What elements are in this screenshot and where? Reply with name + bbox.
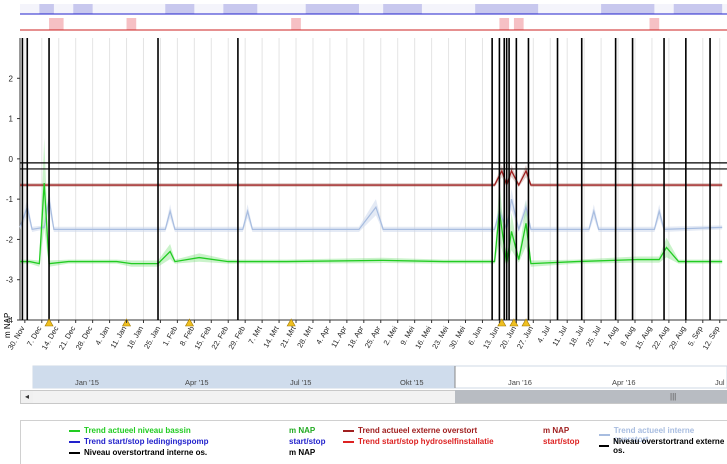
navigator-label: Jul ' [715, 378, 727, 387]
interne-overstort-band [20, 188, 723, 232]
hydro-status-block [49, 18, 64, 30]
y-tick-label: 2 [9, 74, 14, 83]
navigator-label: Jul '15 [290, 378, 311, 387]
x-tick-label: 18. Jul [567, 324, 586, 348]
legend-label: Niveau overstortrand externe os. [613, 437, 725, 455]
legend-swatch [599, 445, 610, 447]
navigator-label: Jan '16 [508, 378, 532, 387]
externe-overstort-band [20, 164, 723, 188]
hydro-status-block [513, 18, 524, 30]
x-tick-label: 28. Dec [74, 324, 95, 351]
x-tick-label: 2. Mei [381, 324, 399, 346]
pump-status-block [165, 4, 195, 14]
legend-item[interactable]: Trend actueel externe overstort [343, 426, 477, 435]
hydro-status-block [649, 18, 660, 30]
y-tick-label: -3 [6, 276, 14, 285]
legend-swatch [599, 434, 610, 436]
legend-swatch [69, 451, 80, 454]
legend-swatch [343, 429, 354, 432]
navigator-label: Apr '15 [185, 378, 209, 387]
pump-status-block [39, 4, 54, 14]
legend-item[interactable]: Niveau overstortrand interne os. [69, 448, 207, 457]
legend-swatch [343, 440, 354, 443]
navigator-label: Jan '15 [75, 378, 99, 387]
legend-unit: m NAP [289, 426, 315, 435]
legend-unit: start/stop [289, 437, 325, 446]
legend-item[interactable]: Trend start/stop hydroselfinstallatie [343, 437, 494, 446]
x-tick-label: 29. Aug [667, 325, 688, 352]
legend-label: start/stop [543, 437, 580, 446]
x-tick-label: 4. Jul [535, 324, 552, 344]
hydro-status-block [499, 18, 510, 30]
pump-status-block [601, 4, 655, 14]
pump-status-block [383, 4, 422, 14]
y-tick-label: 1 [9, 115, 14, 124]
x-tick-label: 1. Feb [161, 325, 179, 348]
legend-swatch [69, 440, 80, 443]
scroll-left-button[interactable]: ◂ [20, 390, 34, 404]
y-axis-unit-label: m NAP [3, 312, 12, 338]
pump-status-block [475, 4, 539, 14]
x-tick-label: 29. Feb [226, 325, 247, 352]
x-tick-label: 25. Jan [142, 325, 162, 351]
legend-label: Trend actueel externe overstort [358, 426, 478, 435]
series-interne-overstort [19, 199, 723, 232]
legend: Trend actueel niveau bassin m NAP Trend ac… [20, 420, 727, 464]
hydro-status-block [126, 18, 137, 30]
series-niveau-bassin [20, 182, 723, 265]
legend-unit: start/stop [543, 437, 579, 446]
y-tick-label: 0 [9, 155, 14, 164]
scrollbar-thumb[interactable] [455, 390, 727, 403]
navigator-label: Apr '16 [612, 378, 636, 387]
pump-status-block [223, 4, 258, 14]
legend-unit: m NAP [543, 426, 569, 435]
legend-label: m NAP [543, 426, 570, 435]
pump-status-block [305, 4, 359, 14]
legend-label: Trend start/stop hydroselfinstallatie [358, 437, 494, 446]
x-tick-label: 30. Mei [447, 324, 467, 350]
series-externe-overstort [20, 169, 723, 188]
legend-unit: m NAP [289, 448, 315, 457]
legend-item[interactable]: Niveau overstortrand externe os. [599, 437, 727, 455]
legend-label: Trend actueel niveau bassin [84, 426, 191, 435]
niveau-bassin-band [20, 137, 723, 267]
legend-label: Trend start/stop ledingingspomp [84, 437, 209, 446]
pump-status-block [73, 4, 93, 14]
pump-status-block [673, 4, 723, 14]
x-tick-label: 27. Jun [515, 325, 535, 351]
legend-label: m NAP [289, 426, 316, 435]
legend-label: start/stop [289, 437, 326, 446]
hydro-status-band [20, 18, 727, 30]
x-tick-label: 12. Sep [701, 325, 722, 352]
y-tick-label: -2 [6, 235, 14, 244]
hydro-status-block [291, 18, 301, 30]
x-tick-label: 25. Apr [363, 324, 383, 350]
navigator-label: Okt '15 [400, 378, 424, 387]
legend-label: Niveau overstortrand interne os. [84, 448, 208, 457]
y-tick-label: -1 [6, 195, 14, 204]
legend-item[interactable]: Trend actueel niveau bassin [69, 426, 191, 435]
x-tick-label: 1. Aug [601, 325, 619, 348]
legend-swatch [69, 429, 80, 432]
legend-item[interactable]: Trend start/stop ledingingspomp [69, 437, 208, 446]
scrollbar-grip-icon: ||| [670, 392, 677, 401]
x-tick-label: 28. Mrt [295, 324, 315, 350]
legend-label: m NAP [289, 448, 316, 457]
x-tick-label: 25. Jul [584, 324, 603, 348]
